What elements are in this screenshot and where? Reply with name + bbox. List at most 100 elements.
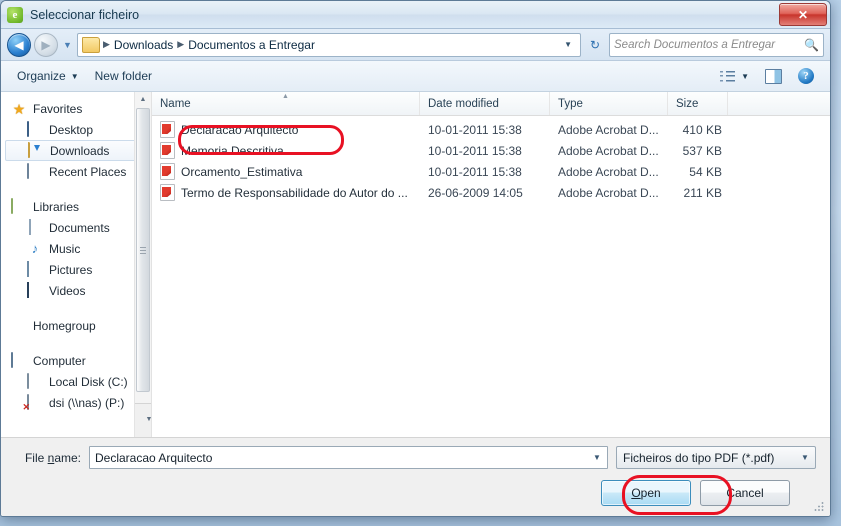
file-name-cell: Memoria Descritiva [152, 142, 420, 159]
search-placeholder: Search Documentos a Entregar [614, 38, 776, 51]
sidebar-item-downloads[interactable]: Downloads [5, 140, 145, 161]
nav-group-computer: Computer Local Disk (C:) dsi (\\nas) (P:… [1, 350, 151, 413]
app-icon: e [7, 6, 23, 23]
table-row[interactable]: Memoria Descritiva 10-01-2011 15:38 Adob… [152, 140, 830, 161]
table-row[interactable]: Termo de Responsabilidade do Autor do ..… [152, 182, 830, 203]
organize-button[interactable]: Organize ▼ [9, 66, 87, 86]
back-button[interactable]: ◀ [7, 32, 31, 57]
chevron-down-icon: ▼ [801, 453, 809, 462]
sidebar-item-label: Computer [33, 353, 86, 368]
breadcrumb-separator-0: ▶ [103, 39, 110, 49]
file-name-row: File name: Declaracao Arquitecto ▼ Fiche… [15, 446, 816, 469]
sidebar-item-pictures[interactable]: Pictures [1, 259, 151, 280]
breadcrumb[interactable]: ▶ Downloads ▶ Documentos a Entregar ▼ [77, 32, 581, 57]
cancel-button[interactable]: Cancel [700, 480, 790, 506]
scroll-down-icon[interactable]: ▼ [135, 403, 151, 437]
local-disk-icon [27, 372, 43, 390]
column-header-type[interactable]: Type [550, 92, 668, 115]
sidebar-item-desktop[interactable]: Desktop [1, 119, 151, 140]
file-name-label: Termo de Responsabilidade do Autor do ..… [181, 185, 408, 200]
history-dropdown-icon[interactable]: ▼ [61, 40, 74, 50]
new-folder-button[interactable]: New folder [87, 66, 160, 86]
sidebar-item-label: Videos [49, 283, 86, 298]
help-button[interactable]: ? [790, 65, 822, 87]
scroll-up-icon[interactable]: ▲ [135, 92, 151, 107]
file-name-value: Declaracao Arquitecto [95, 450, 213, 465]
downloads-icon [28, 141, 44, 159]
dialog-buttons: Open Cancel [15, 480, 816, 506]
column-headers: ▲ Name Date modified Type Size [152, 92, 830, 116]
sidebar-item-network-drive-p[interactable]: dsi (\\nas) (P:) [1, 392, 151, 413]
table-row[interactable]: Declaracao Arquitecto 10-01-2011 15:38 A… [152, 119, 830, 140]
file-name-cell: Termo de Responsabilidade do Autor do ..… [152, 184, 420, 201]
sidebar-item-label: Music [49, 241, 81, 256]
column-header-label: Name [160, 97, 191, 110]
chevron-down-icon: ▼ [741, 71, 749, 81]
sidebar-item-homegroup[interactable]: Homegroup [1, 315, 151, 336]
change-view-button[interactable]: ▼ [711, 66, 757, 87]
sidebar-item-label: Desktop [49, 122, 94, 137]
sort-ascending-icon: ▲ [282, 93, 289, 100]
column-header-name[interactable]: ▲ Name [152, 92, 420, 115]
sidebar-item-label: Pictures [49, 262, 93, 277]
file-type-cell: Adobe Acrobat D... [558, 185, 659, 200]
window-title: Seleccionar ficheiro [30, 7, 140, 22]
search-input[interactable]: Search Documentos a Entregar 🔍 [609, 32, 824, 57]
column-header-date-modified[interactable]: Date modified [420, 92, 550, 115]
sidebar-item-local-disk-c[interactable]: Local Disk (C:) [1, 371, 151, 392]
breadcrumb-separator-1: ▶ [177, 39, 185, 49]
file-type-filter-select[interactable]: Ficheiros do tipo PDF (*.pdf) ▼ [616, 446, 816, 469]
breadcrumb-item-documentos-a-entregar[interactable]: Documentos a Entregar [185, 38, 318, 52]
chevron-down-icon: ▼ [70, 71, 79, 81]
sidebar-item-music[interactable]: ♪ Music [1, 238, 151, 259]
forward-button[interactable]: ▶ [34, 32, 58, 57]
file-date-cell: 26-06-2009 14:05 [428, 185, 523, 200]
open-button[interactable]: Open [601, 480, 691, 506]
file-name-label: Orcamento_Estimativa [181, 164, 303, 179]
sidebar-item-label: Recent Places [49, 164, 127, 179]
resize-grip[interactable] [814, 501, 825, 512]
address-bar: ◀ ▶ ▼ ▶ Downloads ▶ Documentos a Entrega… [1, 29, 830, 61]
dialog-body: ★ Favorites Desktop Downloads Recent Pla… [1, 92, 830, 437]
preview-pane-icon [765, 68, 782, 84]
organize-label: Organize [17, 69, 66, 83]
documents-icon [27, 218, 43, 236]
sidebar-item-computer[interactable]: Computer [1, 350, 151, 371]
file-name-label: Memoria Descritiva [181, 143, 284, 158]
sidebar-item-libraries[interactable]: Libraries [1, 196, 151, 217]
sidebar-item-recent-places[interactable]: Recent Places [1, 161, 151, 182]
file-size-cell: 54 KB [689, 164, 722, 179]
videos-icon [27, 281, 43, 299]
preview-pane-button[interactable] [757, 66, 790, 87]
music-icon: ♪ [31, 240, 39, 256]
sidebar-scrollbar[interactable]: ▲ ▼ [134, 92, 151, 437]
column-header-label: Type [558, 97, 583, 110]
file-size-cell: 537 KB [682, 143, 722, 158]
chevron-down-icon[interactable]: ▼ [589, 453, 605, 462]
file-name-input[interactable]: Declaracao Arquitecto ▼ [89, 446, 608, 469]
sidebar-item-label: Libraries [33, 199, 80, 214]
command-toolbar: Organize ▼ New folder ▼ ? [1, 61, 830, 92]
file-date-cell: 10-01-2011 15:38 [428, 164, 522, 179]
libraries-icon [11, 197, 27, 215]
scrollbar-thumb[interactable] [136, 108, 150, 392]
column-header-size[interactable]: Size [668, 92, 728, 115]
pictures-icon [27, 260, 43, 278]
recent-places-icon [27, 162, 43, 180]
sidebar-item-favorites[interactable]: ★ Favorites [1, 98, 151, 119]
sidebar-item-label: Documents [49, 220, 110, 235]
sidebar-item-documents[interactable]: Documents [1, 217, 151, 238]
search-icon: 🔍 [804, 37, 819, 52]
desktop-icon [27, 120, 43, 138]
help-icon: ? [798, 68, 814, 84]
sidebar-item-label: dsi (\\nas) (P:) [49, 395, 125, 410]
close-icon[interactable]: ✕ [779, 3, 827, 26]
refresh-icon[interactable]: ↻ [584, 34, 606, 56]
table-row[interactable]: Orcamento_Estimativa 10-01-2011 15:38 Ad… [152, 161, 830, 182]
dialog-footer: File name: Declaracao Arquitecto ▼ Fiche… [1, 437, 830, 516]
sidebar-item-videos[interactable]: Videos [1, 280, 151, 301]
homegroup-icon [11, 318, 27, 334]
sidebar-item-label: Local Disk (C:) [49, 374, 128, 389]
chevron-down-icon[interactable]: ▼ [559, 40, 577, 49]
breadcrumb-item-downloads[interactable]: Downloads [111, 38, 176, 52]
